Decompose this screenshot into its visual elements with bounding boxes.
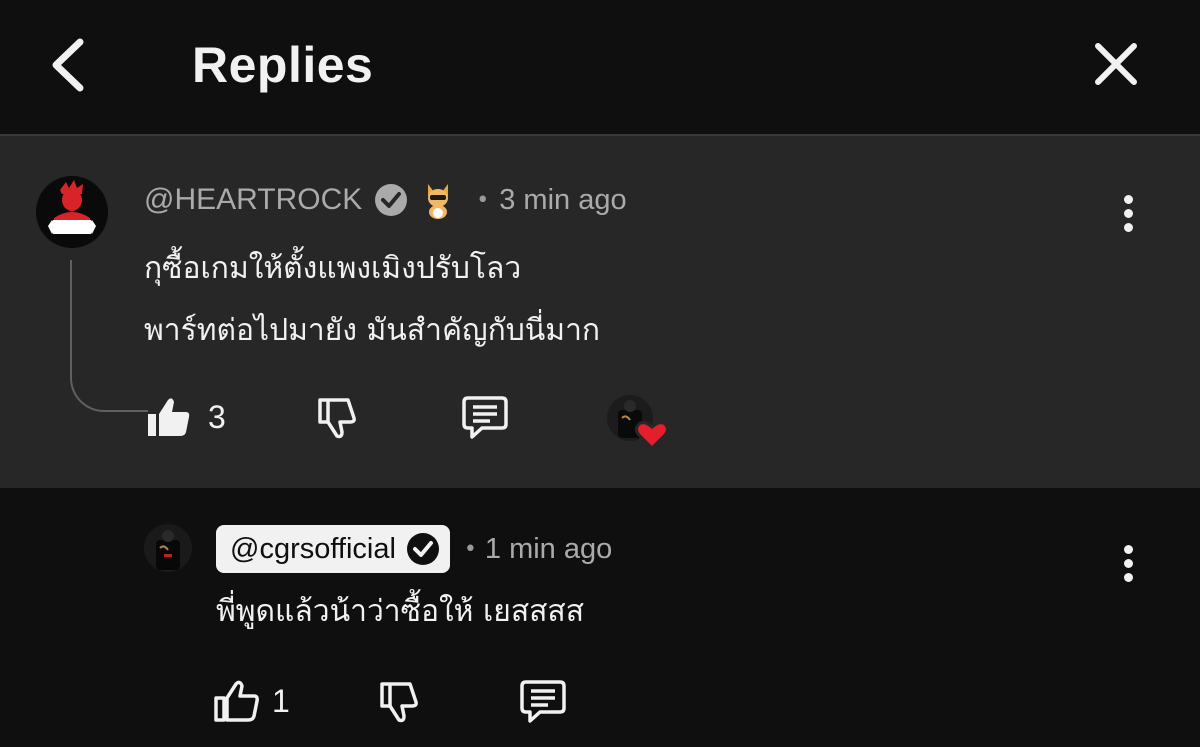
hrk-logo-icon (36, 176, 108, 248)
comment-time: 3 min ago (499, 183, 627, 216)
reply-time: 1 min ago (484, 532, 613, 565)
like-button[interactable] (212, 676, 262, 726)
separator-dot: • (476, 187, 490, 213)
thread-connector (70, 260, 148, 412)
avatar[interactable] (36, 176, 108, 248)
verified-check-icon (375, 184, 408, 216)
comment-text-line: พาร์ทต่อไปมายัง มันสำคัญกับนี่มาก (144, 313, 601, 348)
reply-button[interactable] (460, 392, 510, 442)
page-title: Replies (192, 37, 374, 93)
comment-actions: 3 (144, 392, 510, 442)
more-options-button[interactable] (1116, 192, 1140, 240)
reply-actions: 1 (212, 676, 568, 726)
creator-avatar-icon (607, 395, 669, 451)
close-icon (1095, 43, 1137, 85)
chevron-left-icon (52, 38, 84, 92)
comment-meta: @HEARTROCK • 3 min ago (144, 180, 627, 220)
verified-check-icon (406, 533, 439, 565)
reply-avatar[interactable] (144, 524, 192, 572)
close-button[interactable] (1088, 36, 1144, 94)
creator-badge[interactable]: @cgrsofficial (216, 525, 450, 573)
reply-more-options-button[interactable] (1116, 542, 1140, 590)
back-button[interactable] (44, 32, 100, 98)
reply-author: @cgrsofficial (230, 532, 396, 565)
comment-text: กุซื้อเกมให้ตั้งแพงเมิงปรับโลว พาร์ทต่อไ… (144, 238, 600, 362)
reply-like-count: 1 (272, 682, 290, 719)
comment-author[interactable]: @HEARTROCK (144, 183, 362, 217)
dislike-button[interactable] (374, 676, 424, 726)
like-count: 3 (208, 398, 226, 435)
dog-emoji-icon (428, 184, 449, 219)
like-button[interactable] (144, 392, 194, 442)
cgrs-avatar-icon (144, 524, 192, 572)
reply-meta: @cgrsofficial • 1 min ago (216, 524, 612, 574)
reply-button[interactable] (518, 676, 568, 726)
header-bar: Replies (0, 0, 1200, 136)
comment-text-line: กุซื้อเกมให้ตั้งแพงเมิงปรับโลว (144, 251, 522, 286)
comment: @HEARTROCK • 3 min ago กุซื้อเกมให้ตั้งแ… (0, 136, 1200, 488)
creator-heart (606, 394, 672, 452)
reply-text: พี่พูดแล้วน้าว่าซื้อให้ เยสสสส (216, 594, 585, 629)
dislike-button[interactable] (312, 392, 362, 442)
separator-dot: • (463, 536, 477, 562)
